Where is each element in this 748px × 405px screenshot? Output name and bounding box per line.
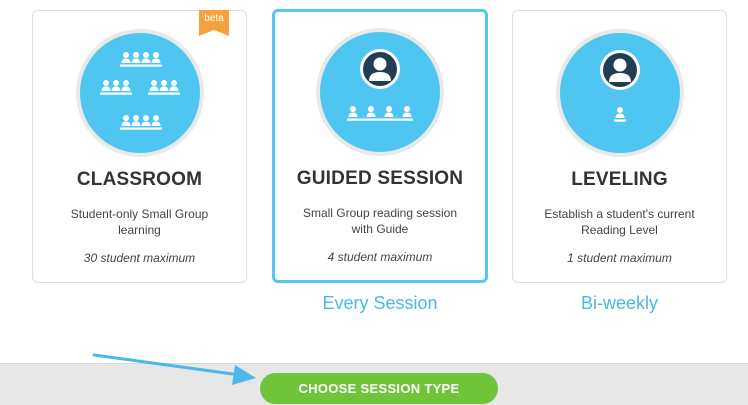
desk-bar [99,92,132,95]
person-icon [131,52,140,63]
person-icon [121,52,130,63]
card-description: Small Group reading session with Guide [302,206,458,236]
card-description: Student-only Small Group learning [70,207,209,237]
person-icon [348,106,358,117]
guide-with-student-icon [555,29,684,157]
person-icon [159,80,168,91]
choose-session-type-button[interactable]: CHOOSE SESSION TYPE [260,373,498,404]
person-icon [101,80,110,91]
pointer-arrow-icon [92,353,256,385]
desk-bar [119,64,162,67]
person-icon [131,115,140,126]
guide-avatar-icon [360,49,400,89]
session-card-leveling[interactable]: LEVELING Establish a student's current R… [512,10,727,283]
person-icon [141,52,150,63]
desk-bar [347,118,413,121]
person-icon [149,80,158,91]
person-icon [121,80,130,91]
person-icon [615,107,624,118]
person-icon [151,115,160,126]
card-title: CLASSROOM [76,169,203,190]
annotation-bi-weekly: Bi-weekly [580,293,659,313]
person-icon [141,115,150,126]
guide-avatar-icon [599,50,640,90]
card-description: Establish a student's current Reading Le… [544,207,695,237]
card-title: GUIDED SESSION [296,168,464,189]
person-icon [111,80,120,91]
card-max-students: 30 student maximum [83,251,196,265]
students-group-icon [75,29,204,157]
desk-bar [147,92,180,95]
annotation-every-session: Every Session [322,293,438,313]
person-icon [151,52,160,63]
card-title: LEVELING [571,169,668,190]
person-icon [169,80,178,91]
session-card-classroom[interactable]: beta CLASSROOM Student-only Small Group … [32,10,247,283]
person-icon [121,115,130,126]
desk-bar [119,127,162,130]
person-icon [402,106,412,117]
person-icon [366,106,376,117]
beta-badge: beta [199,10,229,36]
desk-bar [613,119,626,122]
card-max-students: 4 student maximum [327,250,433,264]
beta-badge-label: beta [204,13,224,24]
person-icon [384,106,394,117]
card-max-students: 1 student maximum [567,251,672,265]
session-card-guided[interactable]: GUIDED SESSION Small Group reading sessi… [272,9,488,283]
guide-with-students-icon [316,28,444,156]
